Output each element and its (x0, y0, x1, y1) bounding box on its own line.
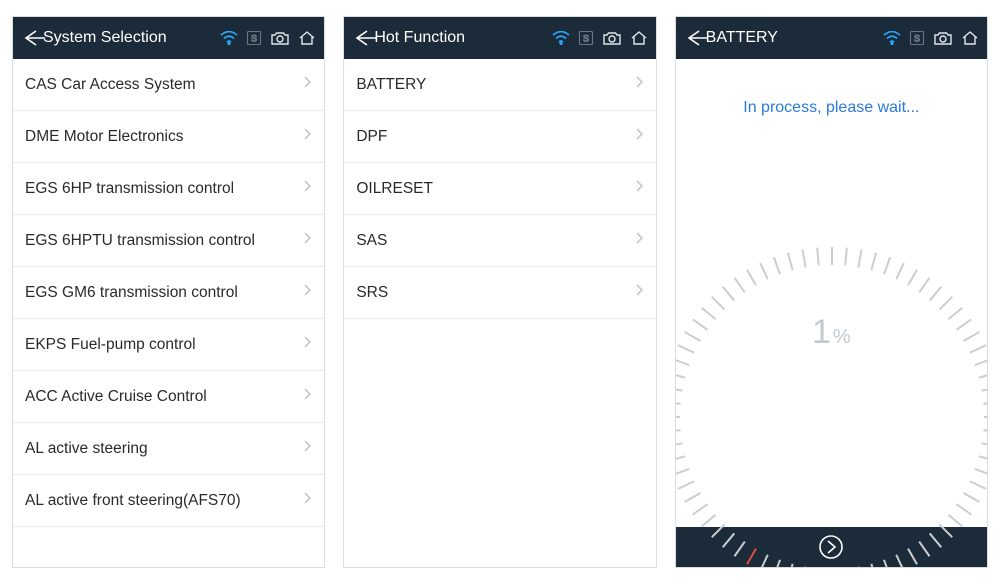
progress-dial: 1% (746, 247, 916, 417)
list-item-label: ACC Active Cruise Control (25, 388, 302, 406)
header-title: BATTERY (706, 29, 883, 47)
list-item[interactable]: AL active steering (13, 423, 324, 475)
camera-icon[interactable] (933, 30, 953, 46)
hotfunction-list: BATTERY DPF OILRESET SAS SRS (344, 59, 655, 567)
list-item[interactable]: EGS 6HP transmission control (13, 163, 324, 215)
list-item-label: SAS (356, 232, 633, 250)
processing-area: In process, please wait... 1% (676, 59, 987, 527)
list-item-label: BATTERY (356, 76, 633, 94)
list-item[interactable]: SAS (344, 215, 655, 267)
list-item-label: DME Motor Electronics (25, 128, 302, 146)
screen-battery: BATTERY S (675, 16, 988, 568)
header-bar: BATTERY S (676, 17, 987, 59)
header-icons: S (883, 30, 979, 46)
screen-hot-function: Hot Function S (343, 16, 656, 568)
chevron-right-icon (302, 231, 312, 250)
list-item-label: CAS Car Access System (25, 76, 302, 94)
list-item-label: AL active steering (25, 440, 302, 458)
chevron-right-icon (302, 283, 312, 302)
chevron-right-icon (302, 387, 312, 406)
camera-icon[interactable] (602, 30, 622, 46)
svg-text:S: S (914, 34, 920, 44)
list-item[interactable]: AL active front steering(AFS70) (13, 475, 324, 527)
header-icons: S (552, 30, 648, 46)
list-item-label: DPF (356, 128, 633, 146)
chevron-right-icon (302, 75, 312, 94)
chevron-right-icon (302, 127, 312, 146)
list-item[interactable]: EGS GM6 transmission control (13, 267, 324, 319)
list-item[interactable]: EGS 6HPTU transmission control (13, 215, 324, 267)
processing-message: In process, please wait... (743, 99, 919, 117)
chevron-right-icon (634, 231, 644, 250)
home-icon[interactable] (961, 30, 979, 46)
header-bar: System Selection S (13, 17, 324, 59)
header-bar: Hot Function S (344, 17, 655, 59)
list-item[interactable]: SRS (344, 267, 655, 319)
header-title: Hot Function (374, 29, 551, 47)
header-title: System Selection (43, 29, 220, 47)
s-icon: S (578, 30, 594, 46)
list-item-label: EGS 6HP transmission control (25, 180, 302, 198)
list-item[interactable]: EKPS Fuel-pump control (13, 319, 324, 371)
home-icon[interactable] (298, 30, 316, 46)
screen-system-selection: System Selection S (12, 16, 325, 568)
wifi-icon (552, 31, 570, 45)
list-item[interactable]: DME Motor Electronics (13, 111, 324, 163)
chevron-right-icon (634, 127, 644, 146)
list-item[interactable]: OILRESET (344, 163, 655, 215)
svg-text:S: S (251, 34, 257, 44)
wifi-icon (220, 31, 238, 45)
list-item-label: AL active front steering(AFS70) (25, 492, 302, 510)
list-item-label: EKPS Fuel-pump control (25, 336, 302, 354)
list-item[interactable]: CAS Car Access System (13, 59, 324, 111)
list-item-label: SRS (356, 284, 633, 302)
list-item-label: EGS 6HPTU transmission control (25, 232, 302, 250)
home-icon[interactable] (630, 30, 648, 46)
list-item[interactable]: ACC Active Cruise Control (13, 371, 324, 423)
wifi-icon (883, 31, 901, 45)
chevron-right-icon (302, 179, 312, 198)
camera-icon[interactable] (270, 30, 290, 46)
list-item-label: OILRESET (356, 180, 633, 198)
chevron-right-icon (634, 283, 644, 302)
s-icon: S (909, 30, 925, 46)
header-icons: S (220, 30, 316, 46)
chevron-right-icon (302, 439, 312, 458)
list-item-label: EGS GM6 transmission control (25, 284, 302, 302)
svg-text:S: S (583, 34, 589, 44)
chevron-right-icon (302, 491, 312, 510)
chevron-right-icon (302, 335, 312, 354)
system-list: CAS Car Access System DME Motor Electroni… (13, 59, 324, 567)
list-item[interactable]: BATTERY (344, 59, 655, 111)
list-item[interactable]: DPF (344, 111, 655, 163)
s-icon: S (246, 30, 262, 46)
chevron-right-icon (634, 179, 644, 198)
chevron-right-icon (634, 75, 644, 94)
next-icon[interactable] (818, 534, 844, 560)
